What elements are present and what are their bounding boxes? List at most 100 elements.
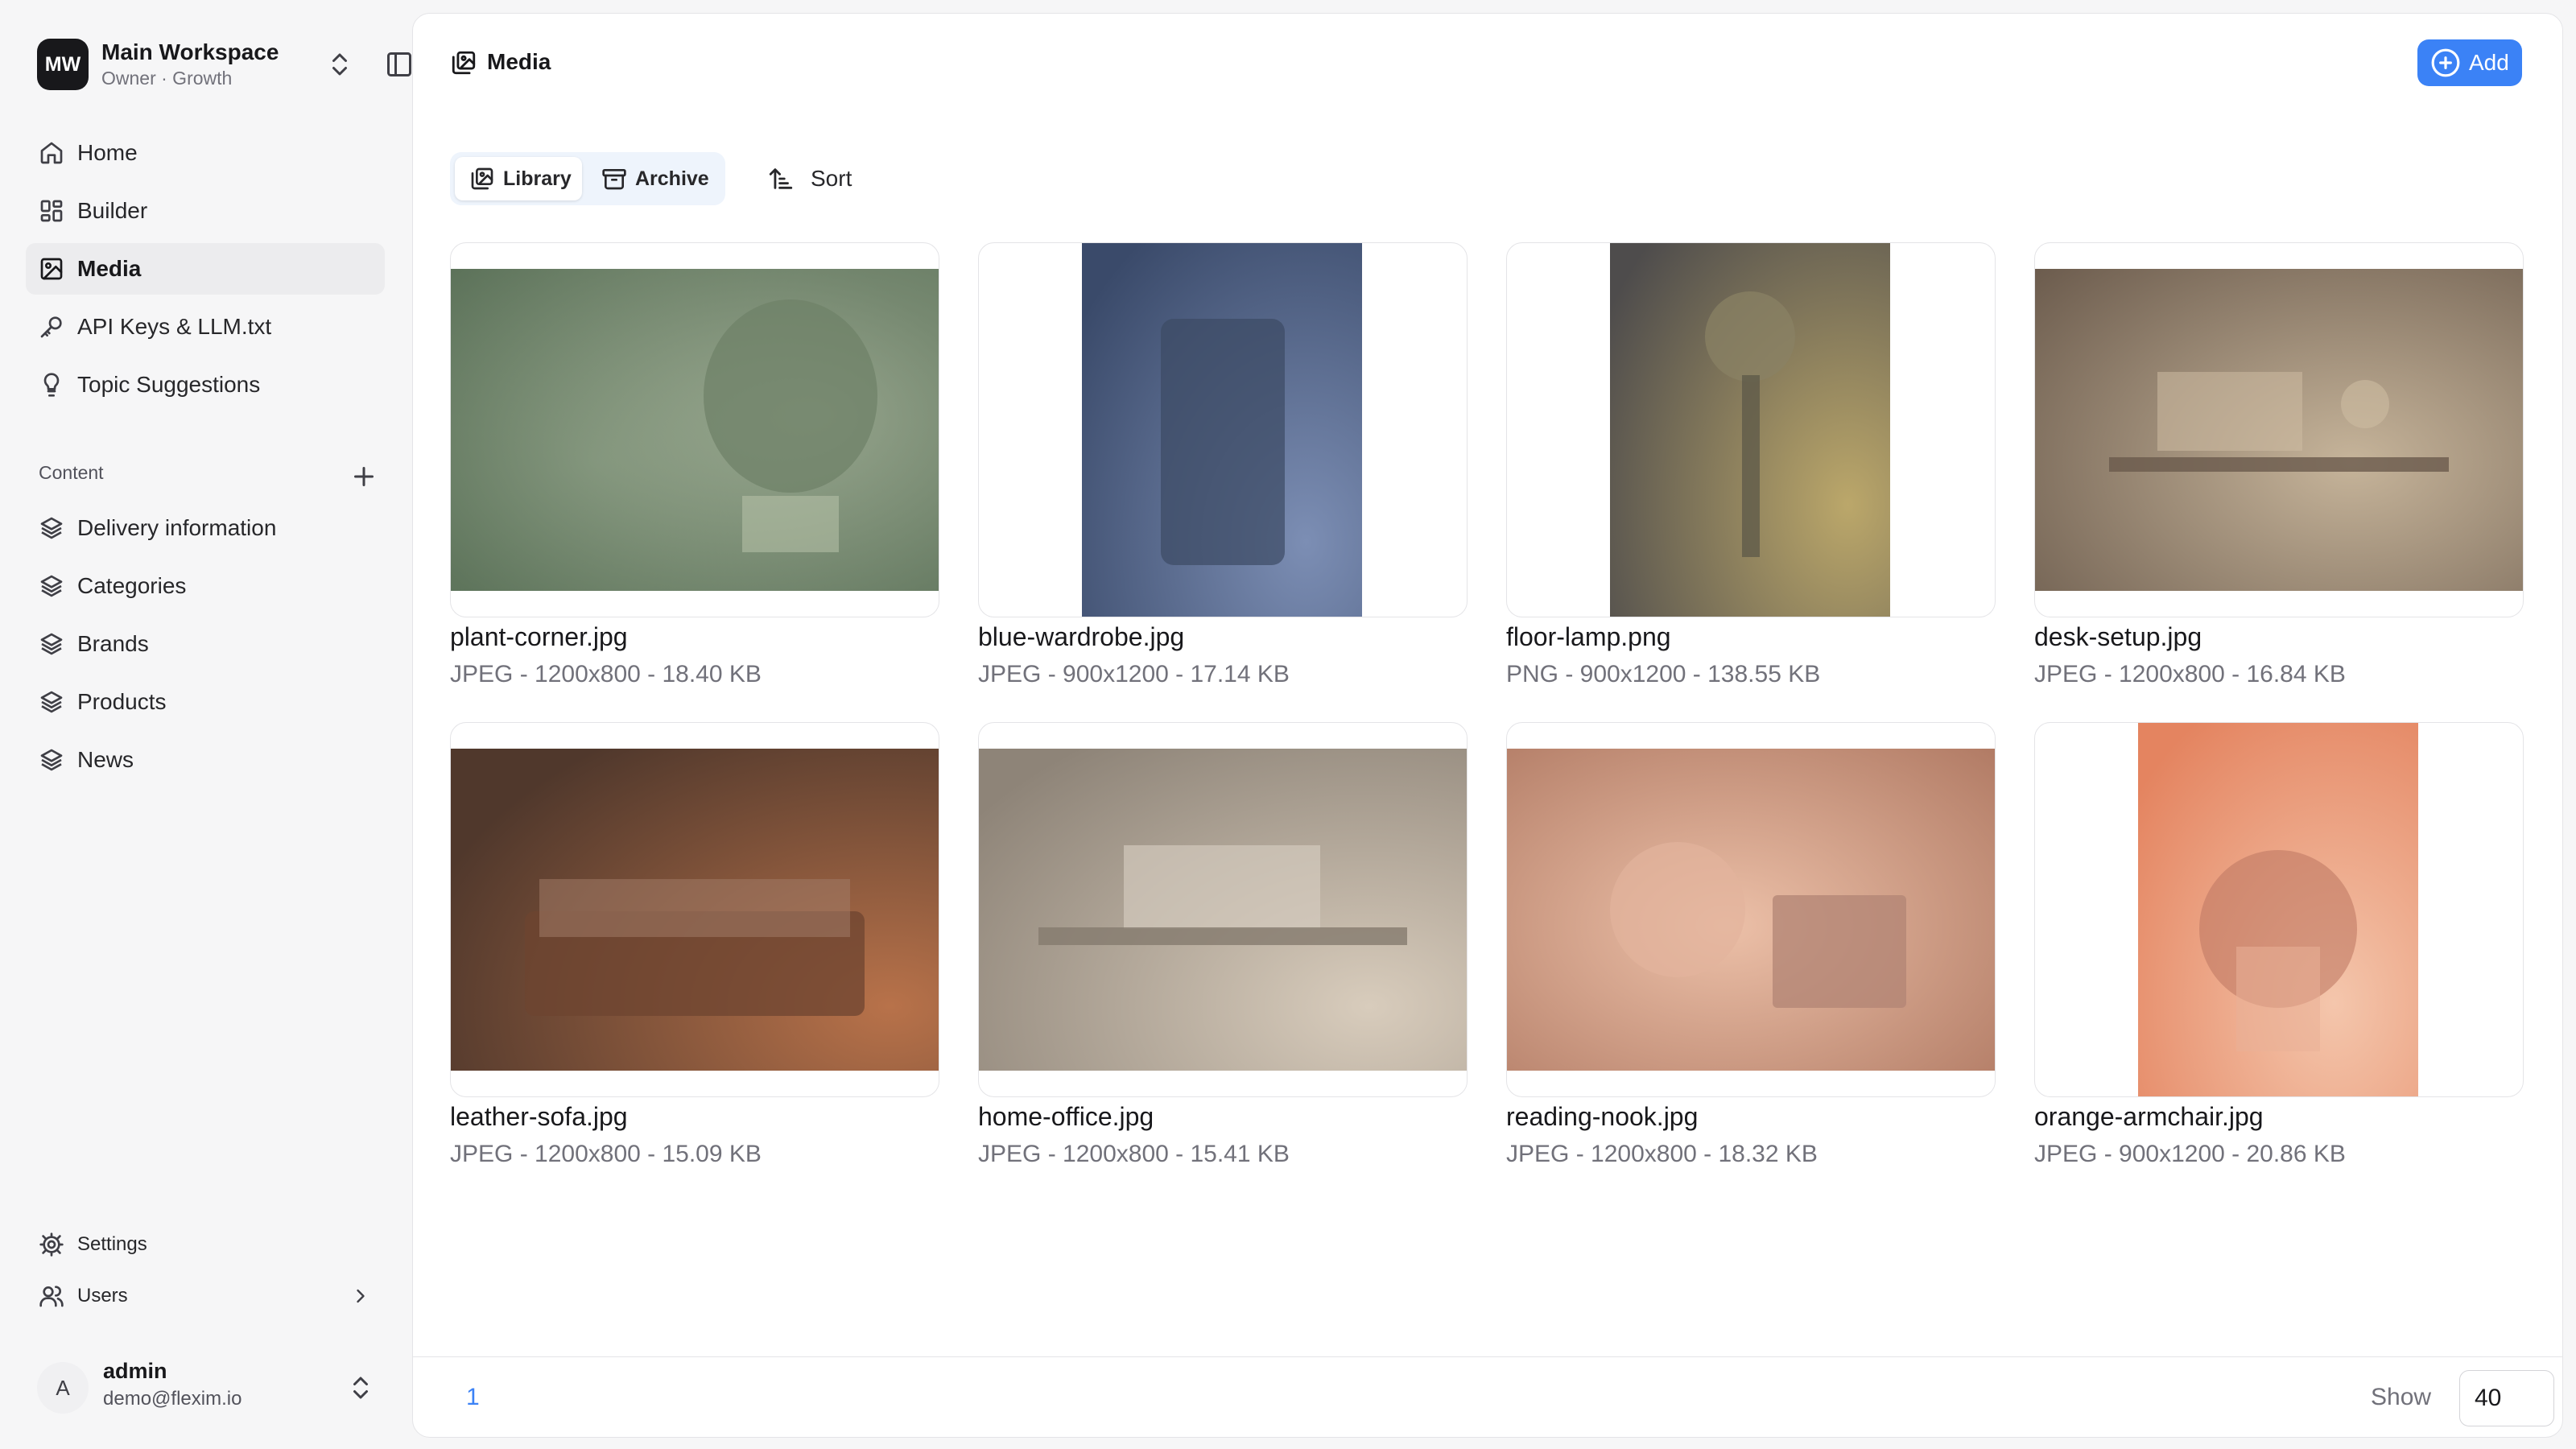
nav-item-media[interactable]: Media <box>26 243 385 295</box>
images-icon <box>471 167 493 190</box>
archive-icon <box>602 169 626 190</box>
media-file-name: home-office.jpg <box>978 1102 1154 1131</box>
nav-item-label: Home <box>77 140 138 165</box>
app-root: MW Main Workspace Owner · Growth Home Bu… <box>0 0 2576 1449</box>
media-file-name: leather-sofa.jpg <box>450 1102 628 1131</box>
page-number-button[interactable]: 1 <box>466 1383 480 1412</box>
nav-item-api-keys[interactable]: API Keys & LLM.txt <box>26 301 385 353</box>
nav-item-home[interactable]: Home <box>26 127 385 179</box>
page-title: Media <box>487 49 551 74</box>
nav-item-users[interactable]: Users <box>26 1274 385 1319</box>
chevrons-up-down-icon[interactable] <box>325 50 354 79</box>
media-thumbnail[interactable] <box>978 242 1468 617</box>
thumbnail-image <box>2138 723 2418 1096</box>
media-card[interactable]: floor-lamp.png PNG - 900x1200 - 138.55 K… <box>1506 242 1996 693</box>
media-file-meta: JPEG - 1200x800 - 18.32 KB <box>1506 1141 1818 1167</box>
media-card[interactable]: plant-corner.jpg JPEG - 1200x800 - 18.40… <box>450 242 939 693</box>
gear-icon <box>39 1232 64 1257</box>
media-file-name: blue-wardrobe.jpg <box>978 622 1185 651</box>
content-item-label: Products <box>77 689 167 714</box>
content-item-label: Brands <box>77 631 149 656</box>
content-item-brands[interactable]: Brands <box>26 618 385 670</box>
content-item-delivery-information[interactable]: Delivery information <box>26 502 385 554</box>
media-card[interactable]: home-office.jpg JPEG - 1200x800 - 15.41 … <box>978 722 1468 1173</box>
workspace-switcher[interactable]: MW Main Workspace Owner · Growth <box>37 37 411 92</box>
media-thumbnail[interactable] <box>978 722 1468 1097</box>
thumbnail-image <box>1082 243 1362 617</box>
content-item-label: Categories <box>77 573 187 598</box>
users-icon <box>39 1286 64 1307</box>
avatar: A <box>37 1362 89 1414</box>
chevron-right-icon <box>357 1289 365 1303</box>
media-thumbnail[interactable] <box>2034 242 2524 617</box>
sort-button[interactable]: Sort <box>767 162 852 196</box>
media-card[interactable]: desk-setup.jpg JPEG - 1200x800 - 16.84 K… <box>2034 242 2524 693</box>
chevrons-up-down-icon <box>353 1377 368 1399</box>
nav-item-label: Topic Suggestions <box>77 372 261 397</box>
nav-item-builder[interactable]: Builder <box>26 185 385 237</box>
media-card[interactable]: orange-armchair.jpg JPEG - 900x1200 - 20… <box>2034 722 2524 1173</box>
nav-item-label: Builder <box>77 198 148 223</box>
key-icon <box>40 316 62 338</box>
content-item-products[interactable]: Products <box>26 676 385 728</box>
media-thumbnail[interactable] <box>2034 722 2524 1097</box>
workspace-avatar: MW <box>37 39 89 90</box>
view-switcher: Library Archive <box>450 152 725 205</box>
media-file-name: plant-corner.jpg <box>450 622 628 651</box>
media-file-meta: JPEG - 1200x800 - 15.41 KB <box>978 1141 1290 1167</box>
grid-icon <box>40 200 63 222</box>
add-button[interactable]: Add <box>2417 39 2522 86</box>
plus-circle-icon <box>2431 48 2460 77</box>
tab-library-label: Library <box>503 167 572 190</box>
content-section-label: Content <box>39 462 104 483</box>
media-thumbnail[interactable] <box>1506 242 1996 617</box>
media-card[interactable]: reading-nook.jpg JPEG - 1200x800 - 18.32… <box>1506 722 1996 1173</box>
tab-archive[interactable]: Archive <box>587 157 720 200</box>
sidebar: MW Main Workspace Owner · Growth Home Bu… <box>0 0 411 1449</box>
media-thumbnail[interactable] <box>1506 722 1996 1097</box>
plus-icon[interactable] <box>349 462 378 491</box>
layers-icon <box>40 633 63 655</box>
media-file-meta: JPEG - 900x1200 - 20.86 KB <box>2034 1141 2346 1167</box>
content-item-label: News <box>77 747 134 772</box>
sidebar-toggle-icon[interactable] <box>385 50 414 79</box>
page-size-label: Show <box>2371 1384 2432 1410</box>
home-icon <box>40 142 63 164</box>
tab-archive-label: Archive <box>635 167 709 190</box>
media-file-name: reading-nook.jpg <box>1506 1102 1699 1131</box>
thumbnail-image <box>979 749 1467 1071</box>
nav-item-settings[interactable]: Settings <box>26 1222 385 1267</box>
nav-item-label: Media <box>77 256 142 281</box>
media-file-meta: PNG - 900x1200 - 138.55 KB <box>1506 661 1821 687</box>
add-button-label: Add <box>2469 50 2509 75</box>
users-label: Users <box>77 1285 128 1307</box>
layers-icon <box>40 691 63 713</box>
media-file-meta: JPEG - 1200x800 - 15.09 KB <box>450 1141 762 1167</box>
content-item-label: Delivery information <box>77 515 277 540</box>
media-file-meta: JPEG - 900x1200 - 17.14 KB <box>978 661 1290 687</box>
media-file-name: orange-armchair.jpg <box>2034 1102 2264 1131</box>
media-file-meta: JPEG - 1200x800 - 18.40 KB <box>450 661 762 687</box>
layers-icon <box>40 517 63 539</box>
user-name: admin <box>103 1359 167 1383</box>
page-size-input[interactable]: 40 <box>2459 1370 2554 1426</box>
media-card[interactable]: blue-wardrobe.jpg JPEG - 900x1200 - 17.1… <box>978 242 1468 693</box>
user-email: demo@flexim.io <box>103 1388 242 1410</box>
thumbnail-image <box>451 269 939 591</box>
thumbnail-image <box>451 749 939 1071</box>
content-item-categories[interactable]: Categories <box>26 560 385 612</box>
media-file-name: desk-setup.jpg <box>2034 622 2202 651</box>
media-file-name: floor-lamp.png <box>1506 622 1671 651</box>
content-item-news[interactable]: News <box>26 734 385 786</box>
media-card[interactable]: leather-sofa.jpg JPEG - 1200x800 - 15.09… <box>450 722 939 1173</box>
layers-icon <box>40 749 63 771</box>
pagination-bar: 1 Show 40 <box>413 1356 2562 1438</box>
media-thumbnail[interactable] <box>450 242 939 617</box>
layers-icon <box>40 575 63 597</box>
nav-item-topic-suggestions[interactable]: Topic Suggestions <box>26 359 385 411</box>
media-thumbnail[interactable] <box>450 722 939 1097</box>
thumbnail-image <box>1610 243 1890 617</box>
nav-item-label: API Keys & LLM.txt <box>77 314 272 339</box>
user-menu[interactable]: A admin demo@flexim.io <box>37 1357 375 1415</box>
tab-library[interactable]: Library <box>455 157 582 200</box>
